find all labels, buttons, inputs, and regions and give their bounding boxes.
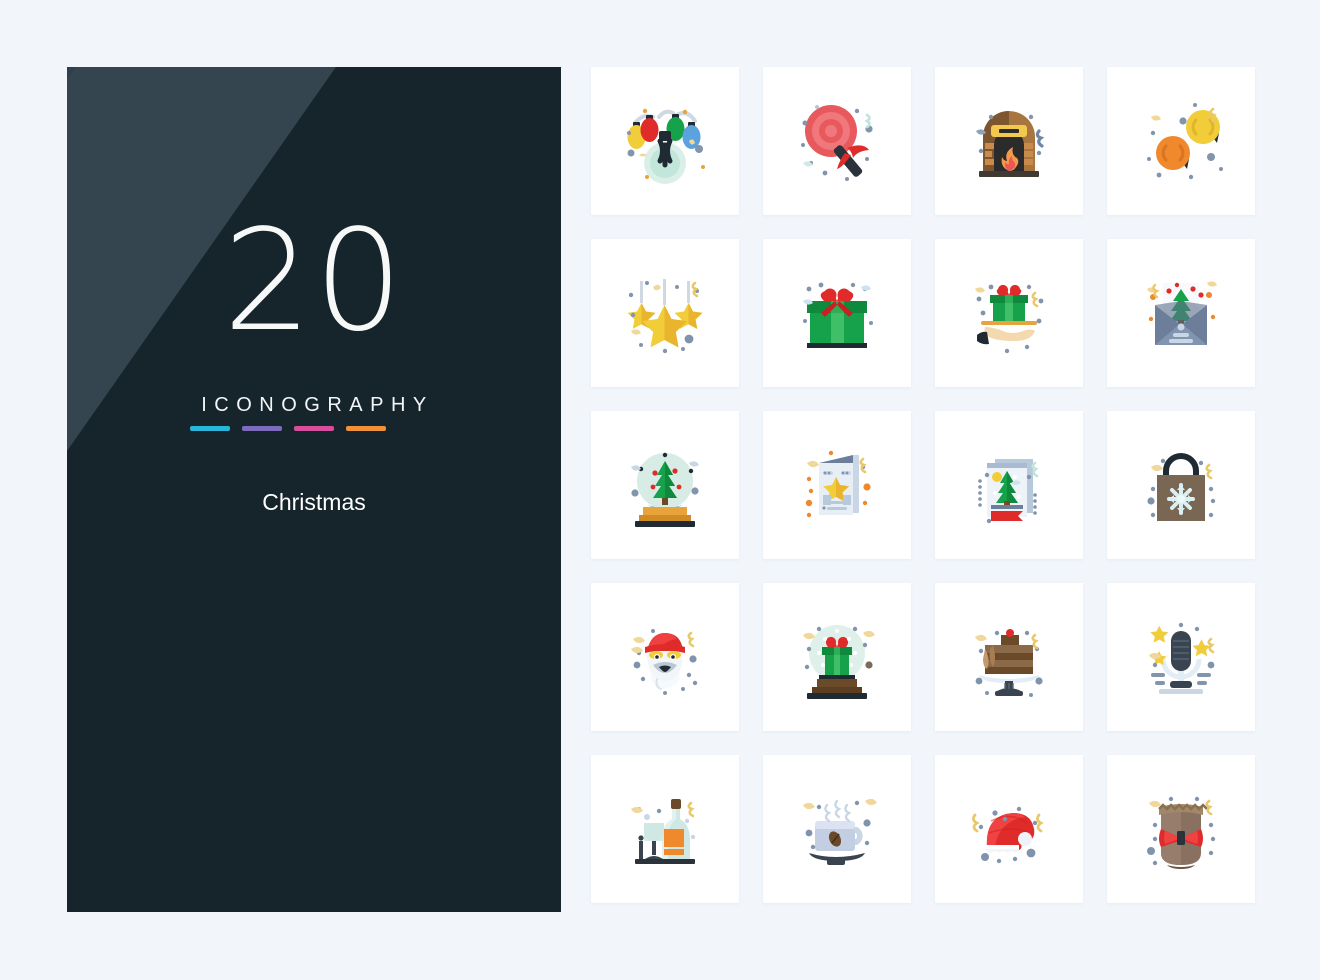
swatch-pink [294, 426, 334, 431]
wrapped-candy-icon [1147, 103, 1223, 180]
snow-globe-gift-icon [803, 625, 875, 699]
icon-grid [591, 67, 1256, 903]
icon-card[interactable] [1107, 239, 1255, 387]
icon-card[interactable] [763, 583, 911, 731]
santa-claus-icon [631, 629, 698, 695]
gift-box-icon [803, 282, 873, 348]
coffee-cup-icon [803, 798, 877, 865]
icon-card[interactable] [935, 755, 1083, 903]
swatch-row [190, 426, 438, 431]
icon-card[interactable] [1107, 755, 1255, 903]
icon-card[interactable] [935, 583, 1083, 731]
hanging-stars-icon [627, 279, 703, 354]
icon-card[interactable] [763, 239, 911, 387]
microphone-icon [1149, 622, 1215, 694]
icon-card[interactable] [763, 411, 911, 559]
snow-globe-tree-icon [631, 452, 699, 527]
christmas-poster-icon [978, 459, 1039, 524]
icon-card[interactable] [1107, 411, 1255, 559]
santa-hat-icon [972, 806, 1044, 864]
wine-bottle-glass-icon [631, 799, 696, 864]
icon-card[interactable] [591, 755, 739, 903]
swatch-yellow [398, 426, 438, 431]
icon-card[interactable] [935, 239, 1083, 387]
icon-card[interactable] [591, 239, 739, 387]
icon-count: 20 [222, 200, 406, 363]
cover-panel: 20 ICONOGRAPHY Christmas [67, 67, 561, 912]
poster-root: 20 ICONOGRAPHY Christmas [0, 0, 1320, 980]
icon-card[interactable] [591, 67, 739, 215]
lollipop-candy-icon [801, 105, 873, 181]
icon-card[interactable] [763, 755, 911, 903]
icon-card[interactable] [1107, 583, 1255, 731]
christmas-lights-icon [627, 108, 705, 184]
swatch-purple [242, 426, 282, 431]
greeting-card-icon [805, 450, 871, 518]
swatch-cyan [190, 426, 230, 431]
icon-card[interactable] [591, 583, 739, 731]
shopping-bag-icon [1147, 453, 1216, 521]
fireplace-icon [976, 111, 1045, 177]
cover-subtitle: Christmas [262, 489, 366, 515]
hand-holding-gift-icon [975, 284, 1044, 354]
iconography-label: ICONOGRAPHY [201, 394, 434, 416]
icon-card[interactable] [763, 67, 911, 215]
christmas-email-icon [1147, 281, 1217, 345]
icon-card[interactable] [935, 411, 1083, 559]
chocolate-cake-icon [975, 629, 1043, 697]
icon-card[interactable] [935, 67, 1083, 215]
swatch-orange [346, 426, 386, 431]
icon-card[interactable] [1107, 67, 1255, 215]
gift-sack-icon [1147, 796, 1216, 869]
icon-card[interactable] [591, 411, 739, 559]
